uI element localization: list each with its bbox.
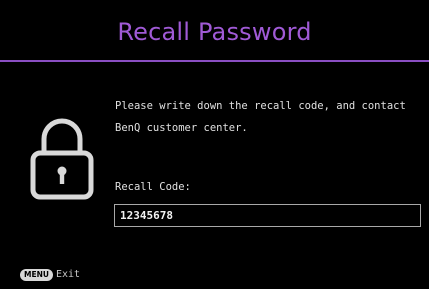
dialog-title: Recall Password [117, 18, 312, 46]
dialog-header: Recall Password [0, 0, 429, 61]
recall-code-value: 12345678 [120, 209, 173, 222]
header-divider [0, 60, 429, 62]
recall-code-label: Recall Code: [115, 181, 191, 193]
recall-code-field: 12345678 [114, 204, 421, 227]
instruction-text: Please write down the recall code, and c… [115, 100, 406, 134]
menu-key-icon[interactable]: MENU [20, 269, 53, 281]
exit-label: Exit [55, 269, 81, 280]
lock-icon [30, 115, 94, 201]
footer-hint: MENU Exit [20, 268, 80, 282]
